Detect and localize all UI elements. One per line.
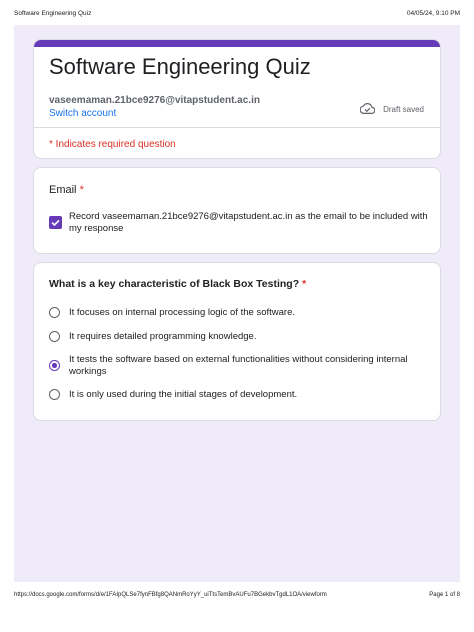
radio-button[interactable] (49, 389, 60, 400)
required-marker: * (302, 278, 307, 290)
record-email-checkbox[interactable] (49, 216, 62, 229)
print-header: Software Engineering Quiz 04/05/24, 9:10… (14, 10, 460, 20)
header-divider (34, 127, 440, 128)
print-footer-page: Page 1 of 8 (429, 592, 460, 598)
account-email: vaseemaman.21bce9276@vitapstudent.ac.in (49, 95, 260, 106)
option-label: It requires detailed programming knowled… (69, 331, 257, 342)
record-email-label: Record vaseemaman.21bce9276@vitapstudent… (69, 211, 428, 234)
option-label: It focuses on internal processing logic … (69, 307, 296, 318)
email-label: Email * (49, 184, 84, 196)
option-4[interactable]: It is only used during the initial stage… (49, 389, 419, 401)
email-label-text: Email (49, 184, 77, 196)
header-accent-bar (34, 40, 440, 47)
radio-button[interactable] (49, 331, 60, 342)
draft-status-text: Draft saved (383, 105, 424, 114)
form-title: Software Engineering Quiz (49, 54, 311, 79)
draft-status: Draft saved (359, 102, 424, 116)
question-label: What is a key characteristic of Black Bo… (49, 278, 306, 290)
option-3[interactable]: It tests the software based on external … (49, 354, 419, 378)
cloud-done-icon (359, 102, 376, 116)
print-header-title: Software Engineering Quiz (14, 10, 92, 17)
switch-account-link[interactable]: Switch account (49, 108, 116, 119)
email-question-card: Email * Record vaseemaman.21bce9276@vita… (33, 167, 441, 254)
print-footer-url: https://docs.google.com/forms/d/e/1FAIpQ… (14, 592, 327, 598)
option-label: It is only used during the initial stage… (69, 389, 298, 400)
question-card: What is a key characteristic of Black Bo… (33, 262, 441, 421)
radio-button-selected[interactable] (49, 360, 60, 371)
question-text: What is a key characteristic of Black Bo… (49, 278, 300, 290)
form-header-card: Software Engineering Quiz vaseemaman.21b… (33, 39, 441, 159)
required-note: * Indicates required question (49, 139, 176, 150)
option-1[interactable]: It focuses on internal processing logic … (49, 307, 419, 319)
radio-button[interactable] (49, 307, 60, 318)
option-2[interactable]: It requires detailed programming knowled… (49, 331, 419, 343)
option-label: It tests the software based on external … (69, 354, 408, 377)
checkmark-icon (51, 219, 60, 227)
print-footer: https://docs.google.com/forms/d/e/1FAIpQ… (14, 592, 460, 602)
required-marker: * (79, 184, 84, 196)
print-header-datetime: 04/05/24, 9:10 PM (406, 10, 460, 17)
